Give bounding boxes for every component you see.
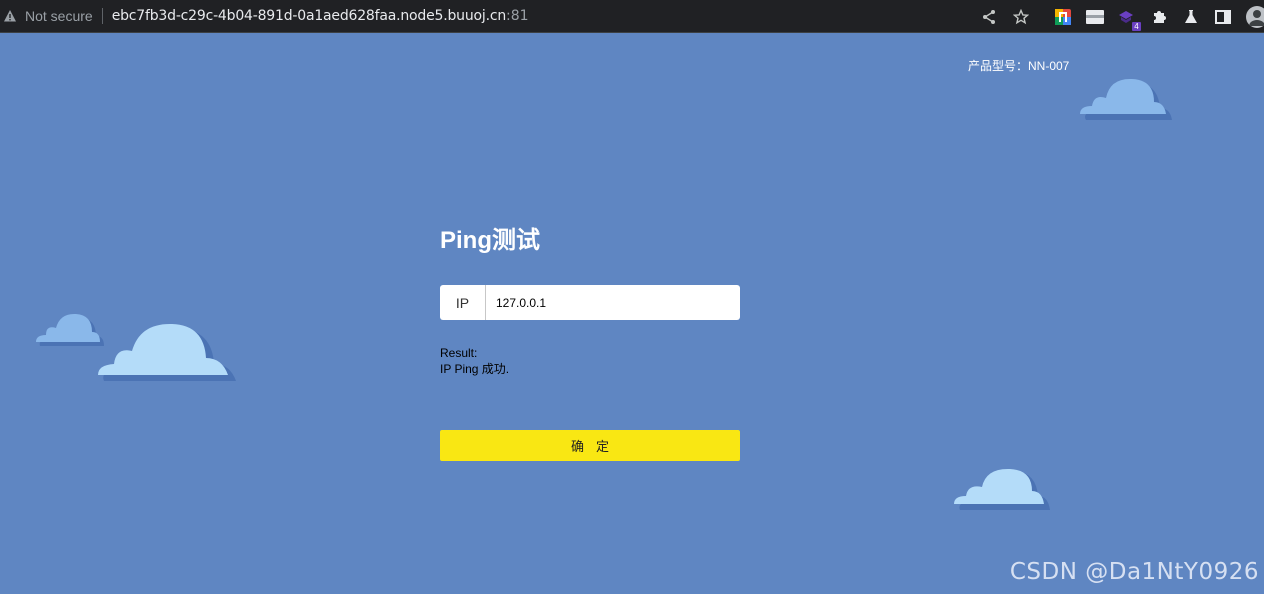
product-model: 产品型号：NN-007 <box>968 59 1070 73</box>
result-label: Result: <box>440 346 478 360</box>
cloud-left-large <box>98 323 236 381</box>
ip-input-group: IP <box>440 285 740 320</box>
star-icon[interactable] <box>1012 8 1030 26</box>
side-panel-icon[interactable] <box>1214 8 1232 26</box>
cloud-bottom-right <box>954 468 1050 510</box>
warning-icon[interactable] <box>3 9 17 23</box>
security-label[interactable]: Not secure <box>25 8 93 24</box>
page-title: Ping测试 <box>440 227 540 254</box>
result-area: Result: IP Ping 成功. <box>440 345 509 377</box>
extension-purple-icon[interactable]: 4 <box>1118 8 1142 32</box>
cloud-left-small <box>36 313 104 346</box>
url-port[interactable]: :81 <box>506 8 529 24</box>
ip-input[interactable] <box>486 285 740 320</box>
share-icon[interactable] <box>980 8 998 26</box>
result-text: IP Ping 成功. <box>440 362 510 376</box>
extension-window-icon[interactable] <box>1086 8 1104 26</box>
watermark: CSDN @Da1NtY0926 <box>1009 559 1259 585</box>
profile-avatar[interactable] <box>1246 5 1264 28</box>
toolbar-actions: 4 <box>980 0 1264 33</box>
extension-badge: 4 <box>1131 20 1142 32</box>
cloud-top-right <box>1080 78 1172 120</box>
ip-label: IP <box>440 285 486 320</box>
extension-color-icon[interactable] <box>1054 8 1072 26</box>
browser-toolbar: Not secure ebc7fb3d-c29c-4b04-891d-0a1ae… <box>0 0 1264 33</box>
url-host[interactable]: ebc7fb3d-c29c-4b04-891d-0a1aed628faa.nod… <box>112 8 506 24</box>
divider <box>101 8 103 24</box>
confirm-button[interactable]: 确定 <box>440 430 740 461</box>
puzzle-icon[interactable] <box>1150 8 1168 26</box>
labs-flask-icon[interactable] <box>1182 8 1200 26</box>
